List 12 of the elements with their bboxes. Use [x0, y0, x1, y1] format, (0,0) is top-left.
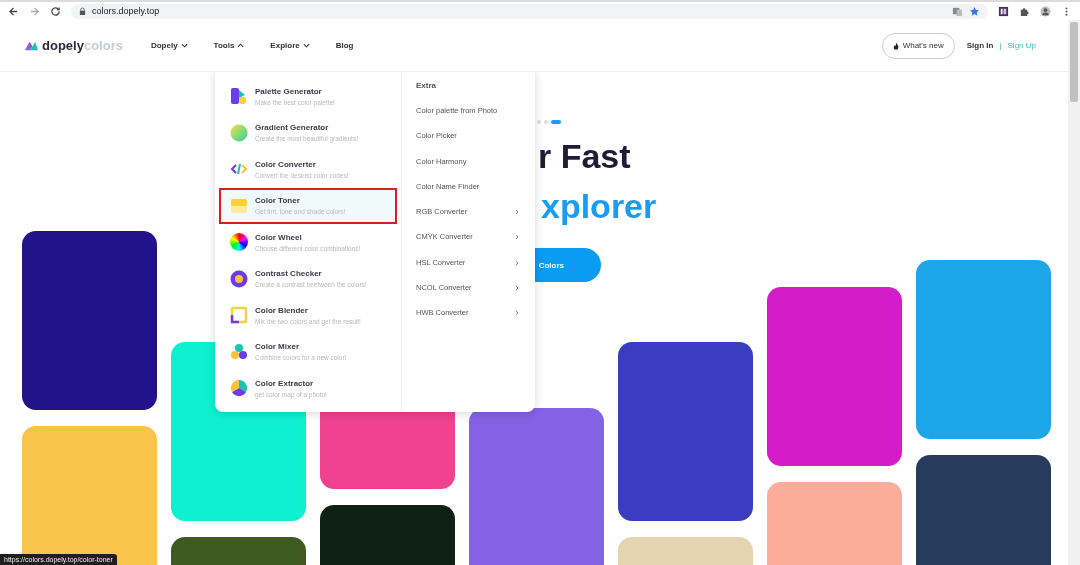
menu-heading: Extra: [416, 81, 437, 92]
sign-in-link[interactable]: Sign In: [966, 41, 994, 50]
nav-link[interactable]: Blog: [335, 41, 354, 50]
nav-link[interactable]: Tools: [213, 41, 245, 50]
address-bar[interactable]: colors.dopely.top: [71, 3, 988, 19]
hero-heading: r Fast: [538, 136, 631, 176]
nav-link[interactable]: Dopely: [150, 41, 188, 50]
nav-link[interactable]: Explore: [270, 41, 310, 50]
hero-heading: xplorer: [541, 186, 657, 227]
whats-new-button[interactable]: What's new: [881, 32, 955, 59]
separator: |: [999, 41, 1002, 50]
logo-text[interactable]: dopelycolors: [42, 38, 123, 53]
